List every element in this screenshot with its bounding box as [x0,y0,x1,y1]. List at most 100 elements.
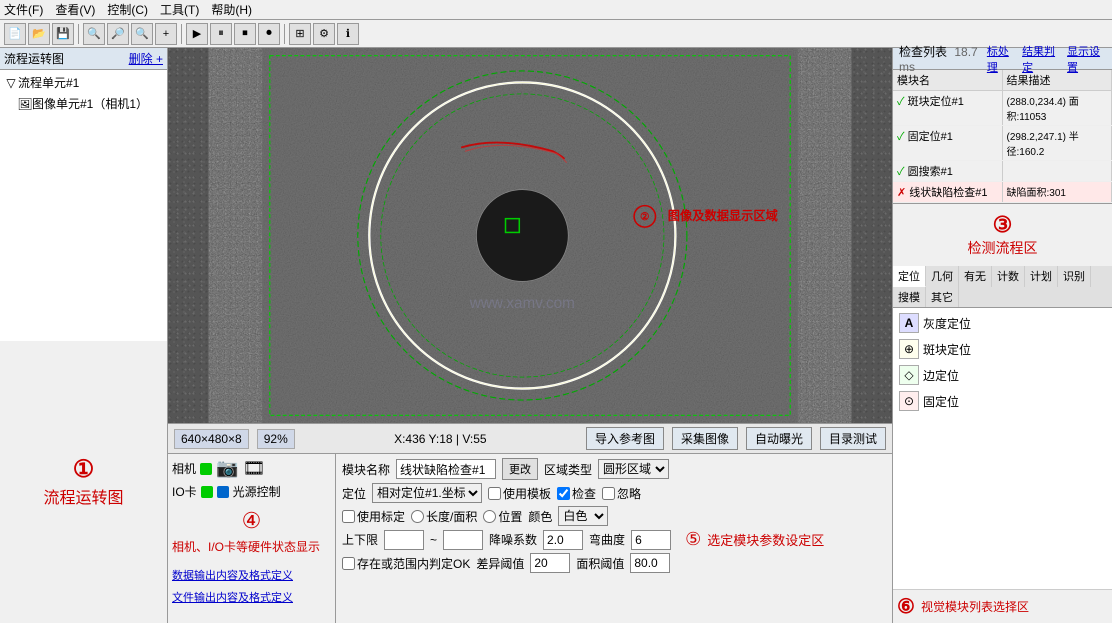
toolbar-zoom-in[interactable]: 🔎 [107,23,129,45]
annotation3-area: ③ 检测流程区 [893,204,1112,266]
module-name-input[interactable] [396,459,496,479]
toolbar-sep2 [181,24,182,44]
light-status-dot [217,486,229,498]
menu-view[interactable]: 查看(V) [55,1,95,18]
svg-text:图像及数据显示区域: 图像及数据显示区域 [668,208,779,223]
image-display[interactable]: ② 图像及数据显示区域 www.xamv.com [168,48,892,423]
tab-search[interactable]: 搜模 [893,287,926,307]
annotation1-area: ① 流程运转图 [0,341,167,623]
flow-collapse[interactable]: 删除 + [129,50,163,67]
status-icon-ok2: ✓ [897,131,908,143]
annotation-label3: 检测流程区 [968,238,1038,258]
tab-count[interactable]: 计数 [992,266,1025,287]
module-item-blob-pos[interactable]: ⊕ 斑块定位 [895,336,1110,362]
area-input[interactable] [630,553,670,573]
annotation-label4: 相机、I/O卡等硬件状态显示 [172,538,331,555]
usage-mark-input[interactable] [342,510,355,523]
toolbar-plus[interactable]: + [155,23,177,45]
image-size-info: 640×480×8 [174,429,249,449]
table-row[interactable]: ✓ 圆搜索#1 [893,161,1112,182]
tab-plan[interactable]: 计划 [1025,266,1058,287]
camera-status-dot [200,463,212,475]
toolbar-run[interactable]: ⏺ [258,23,280,45]
ignore-checkbox: 忽略 [602,485,641,502]
menu-file[interactable]: 文件(F) [4,1,43,18]
annotation-num1: ① [73,455,95,484]
annotation-label1: 流程运转图 [43,484,123,508]
toolbar-grid[interactable]: ⊞ [289,23,311,45]
position2-checkbox: 位置 [483,508,522,525]
toolbar-save[interactable]: 💾 [52,23,74,45]
diff-input[interactable] [530,553,570,573]
tab-position[interactable]: 定位 [893,266,926,287]
annotation-num6: ⑥ [897,594,915,619]
toolbar-settings[interactable]: ⚙ [313,23,335,45]
region-type-select[interactable]: 圆形区域 [598,459,669,479]
attenuation-input[interactable] [543,530,583,550]
flow-panel-header: 流程运转图 删除 + [0,48,167,70]
tree-root[interactable]: ▽ 流程单元#1 [2,72,165,93]
color-select[interactable]: 白色 [558,506,608,526]
row2-result: (298.2,247.1) 半径:160.2 [1003,126,1112,160]
toolbar-stop[interactable]: ⏹ [234,23,256,45]
tree-expand-icon: ▽ [4,76,18,90]
fixed-pos-icon: ⊙ [899,391,919,411]
toolbar-new[interactable]: 📄 [4,23,26,45]
tab-identify[interactable]: 识别 [1058,266,1091,287]
toolbar-search[interactable]: 🔍 [83,23,105,45]
center-panel: ② 图像及数据显示区域 www.xamv.com 640×480×8 92% X… [168,48,892,623]
toolbar-play[interactable]: ▶ [186,23,208,45]
area-label: 面积阈值 [576,555,624,572]
status-icon-err: ✗ [897,187,909,199]
menu-control[interactable]: 控制(C) [107,1,148,18]
btn-auto-exposure[interactable]: 自动曝光 [746,427,812,450]
toolbar-info[interactable]: ℹ [337,23,359,45]
table-row[interactable]: ✗ 线状缺陷检查#1 缺陷面积:301 [893,182,1112,203]
position2-radio[interactable] [483,510,496,523]
file-define-link-wrapper[interactable]: 文件输出内容及格式定义 [172,589,331,605]
ignore-input[interactable] [602,487,615,500]
image-toolbar: 640×480×8 92% X:436 Y:18 | V:55 导入参考图 采集… [168,423,892,453]
exist-range-checkbox: 存在或范围内判定OK [342,555,470,572]
curve-input[interactable] [631,530,671,550]
data-format-link[interactable]: 数据输出内容及格式定义 [172,570,293,582]
menu-help[interactable]: 帮助(H) [211,1,252,18]
btn-import-ref[interactable]: 导入参考图 [586,427,664,450]
tree-root-label: 流程单元#1 [18,74,79,91]
region-type-label: 区域类型 [544,461,592,478]
module-name-label: 模块名称 [342,461,390,478]
tab-presence[interactable]: 有无 [959,266,992,287]
table-row[interactable]: ✓ 固定位#1 (298.2,247.1) 半径:160.2 [893,126,1112,161]
check-input[interactable] [557,487,570,500]
module-item-edge-pos[interactable]: ◇ 边定位 [895,362,1110,388]
usage-mask-check[interactable] [488,487,501,500]
exist-range-input[interactable] [342,557,355,570]
row1-result: (288.0,234.4) 面积:11053 [1003,91,1112,125]
length-area-radio[interactable] [411,510,424,523]
file-format-link[interactable]: 文件输出内容及格式定义 [172,592,293,604]
data-define-link[interactable]: 数据输出内容及格式定义 [172,567,331,583]
menu-tools[interactable]: 工具(T) [160,1,199,18]
annotation-label6: 视觉模块列表选择区 [921,598,1029,615]
camera-icon: 📷 [216,458,238,479]
update-button[interactable]: 更改 [502,458,538,480]
table-row[interactable]: ✓ 斑块定位#1 (288.0,234.4) 面积:11053 [893,91,1112,126]
tab-other[interactable]: 其它 [926,287,959,307]
tree-child[interactable]: 🖼 图像单元#1（相机1） [2,93,165,114]
module-item-fixed-pos[interactable]: ⊙ 固定位 [895,388,1110,414]
btn-dir-test[interactable]: 目录测试 [820,427,886,450]
table-header: 模块名 结果描述 [893,70,1112,91]
usage-mask-label: 使用模板 [488,485,551,502]
btn-capture[interactable]: 采集图像 [672,427,738,450]
color-label: 颜色 [528,508,552,525]
toolbar-open[interactable]: 📂 [28,23,50,45]
toolbar-zoom-out[interactable]: 🔍 [131,23,153,45]
tab-geometry[interactable]: 几何 [926,266,959,287]
lower-input[interactable] [443,530,483,550]
upper-input[interactable] [384,530,424,550]
module-item-gray-pos[interactable]: A 灰度定位 [895,310,1110,336]
position-select[interactable]: 相对定位#1.坐标系 [372,483,482,503]
row4-name: ✗ 线状缺陷检查#1 [893,182,1003,202]
circle-overlay: ② 图像及数据显示区域 www.xamv.com [168,48,892,423]
toolbar-pause[interactable]: ⏸ [210,23,232,45]
